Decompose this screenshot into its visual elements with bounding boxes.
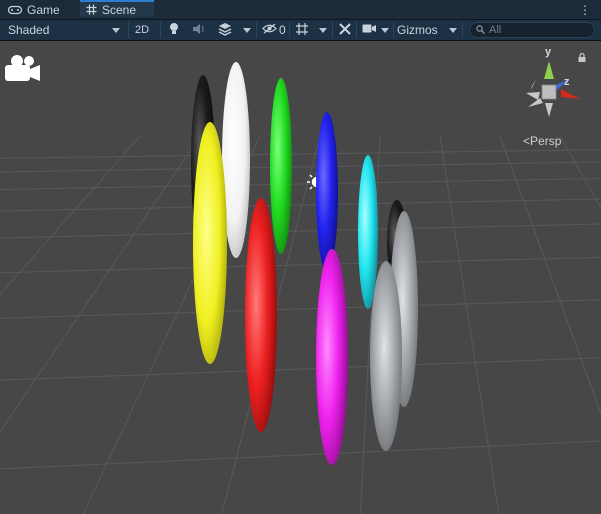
- scene-visibility-toggle[interactable]: 0: [262, 21, 286, 39]
- lighting-toggle[interactable]: [168, 21, 180, 39]
- gizmos-button[interactable]: Gizmos: [397, 21, 438, 39]
- tools-icon: [338, 22, 352, 39]
- effects-toggle[interactable]: [218, 21, 232, 39]
- eye-hidden-icon: [262, 23, 277, 37]
- projection-toggle[interactable]: <Persp: [523, 134, 561, 148]
- floor-grid: [0, 135, 601, 514]
- chevron-down-icon[interactable]: [319, 28, 327, 33]
- video-camera-icon: [362, 23, 377, 37]
- scene-camera-icon: [5, 55, 40, 81]
- toolbar-divider: [332, 22, 333, 38]
- capsule-gray-front: [370, 261, 402, 451]
- grid-hash-icon: [86, 4, 97, 15]
- capsule-magenta: [316, 249, 348, 465]
- scene-viewport[interactable]: y z <Persp: [0, 41, 601, 514]
- scene-render: y z: [0, 46, 601, 514]
- capsule-green: [270, 78, 292, 254]
- tab-scene-label: Scene: [102, 2, 137, 17]
- scene-toolbar: Shaded 2D 0 Gizmos All: [0, 20, 601, 41]
- capsule-yellow: [193, 122, 227, 364]
- gamepad-icon: [8, 5, 22, 15]
- toolbar-divider: [128, 22, 129, 38]
- chevron-down-icon[interactable]: [243, 28, 251, 33]
- editor-tab-bar: Game Scene ⋮: [0, 0, 601, 20]
- toolbar-divider: [393, 22, 394, 38]
- toggle-2d-button[interactable]: 2D: [135, 21, 149, 39]
- speaker-icon: [192, 23, 206, 38]
- shading-mode-dropdown[interactable]: Shaded: [8, 21, 49, 39]
- grid-icon: [295, 22, 309, 39]
- search-icon: [476, 23, 485, 37]
- toolbar-divider: [160, 22, 161, 38]
- chevron-down-icon[interactable]: [449, 28, 457, 33]
- camera-settings-button[interactable]: [362, 21, 377, 39]
- tab-game-label: Game: [27, 2, 60, 17]
- shading-mode-label: Shaded: [8, 23, 50, 37]
- more-options-icon[interactable]: ⋮: [579, 3, 591, 17]
- chevron-down-icon[interactable]: [381, 28, 389, 33]
- audio-toggle[interactable]: [192, 21, 206, 39]
- projection-label: Persp: [530, 134, 562, 148]
- search-input[interactable]: [485, 24, 584, 36]
- toolbar-divider: [356, 22, 357, 38]
- toggle-2d-label: 2D: [135, 24, 150, 36]
- orientation-gizmo: y z: [526, 46, 580, 117]
- lightbulb-icon: [168, 22, 180, 39]
- grid-toggle[interactable]: [295, 21, 309, 39]
- toolbar-divider: [256, 22, 257, 38]
- tab-game[interactable]: Game: [8, 0, 60, 19]
- chevron-left-icon: <: [523, 134, 531, 148]
- capsule-blue: [316, 112, 338, 272]
- gizmo-z-label: z: [564, 76, 570, 88]
- layers-effects-icon: [218, 22, 232, 39]
- hidden-count: 0: [279, 23, 286, 37]
- tools-button[interactable]: [338, 21, 352, 39]
- capsule-cyan: [358, 155, 378, 309]
- toolbar-divider: [289, 22, 290, 38]
- hierarchy-search[interactable]: [469, 22, 595, 38]
- capsule-red: [245, 198, 277, 432]
- tab-scene[interactable]: Scene: [80, 0, 154, 17]
- chevron-down-icon: [112, 28, 120, 33]
- gizmos-label: Gizmos: [397, 23, 438, 37]
- gizmo-y-label: y: [545, 46, 552, 58]
- toolbar-divider: [462, 22, 463, 38]
